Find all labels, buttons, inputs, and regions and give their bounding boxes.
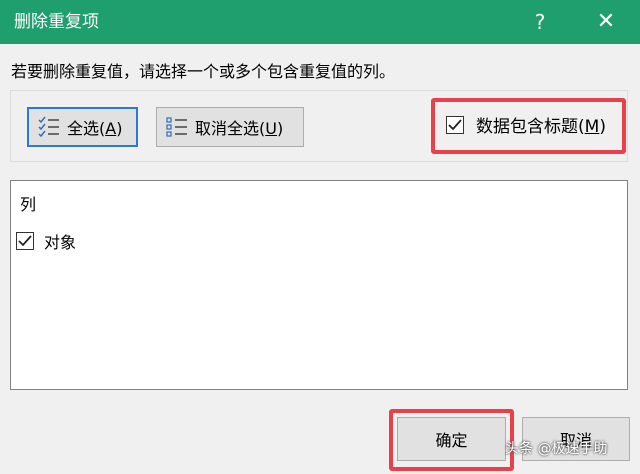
dialog-title: 删除重复项 [14, 12, 99, 32]
list-icon [165, 116, 191, 138]
checkmark-icon [448, 118, 462, 130]
title-bar: 删除重复项 ? ✕ [0, 0, 640, 44]
column-label: 对象 [44, 233, 77, 252]
close-button[interactable]: ✕ [588, 6, 624, 38]
select-all-label: 全选(A) [67, 119, 123, 138]
headers-label: 数据包含标题(M) [476, 117, 606, 137]
help-button[interactable]: ? [522, 6, 558, 38]
select-all-button[interactable]: 全选(A) [27, 107, 138, 147]
deselect-all-button[interactable]: 取消全选(U) [156, 107, 304, 147]
my-data-has-headers-option[interactable]: 数据包含标题(M) [446, 112, 606, 137]
instruction-text: 若要删除重复值，请选择一个或多个包含重复值的列。 [11, 62, 396, 81]
watermark: 头条 @极速手助 [505, 441, 608, 457]
list-item[interactable]: 对象 [16, 229, 76, 253]
columns-header: 列 [20, 195, 37, 214]
ok-button[interactable]: 确定 [397, 417, 506, 461]
columns-list: 列 对象 [10, 180, 628, 390]
headers-checkbox[interactable] [446, 115, 464, 134]
deselect-all-label: 取消全选(U) [195, 119, 284, 138]
checkmark-icon [18, 235, 32, 247]
checklist-icon [37, 116, 63, 138]
column-checkbox[interactable] [16, 232, 34, 250]
